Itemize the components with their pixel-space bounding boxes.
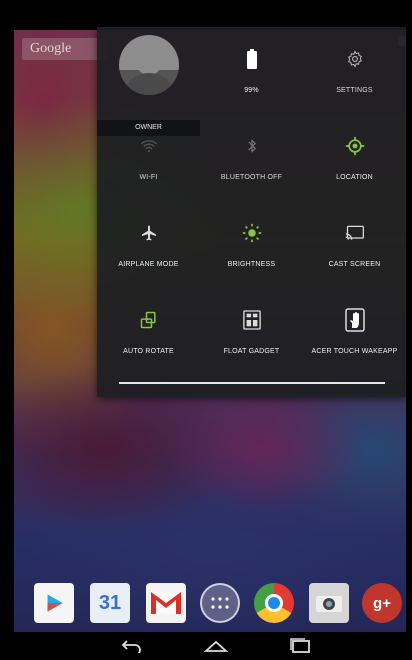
auto-rotate-tile[interactable]: AUTO ROTATE bbox=[97, 288, 200, 375]
app-drawer-icon[interactable] bbox=[200, 583, 240, 623]
touch-hand-icon bbox=[344, 308, 365, 332]
wifi-tile[interactable]: WI-FI bbox=[97, 114, 200, 201]
google-plus-icon[interactable]: g+ bbox=[362, 583, 402, 623]
settings-tile[interactable]: SETTINGS bbox=[303, 27, 406, 114]
acer-touch-tile[interactable]: ACER TOUCH WAKEAPP bbox=[303, 288, 406, 375]
brightness-label: BRIGHTNESS bbox=[227, 261, 276, 268]
auto-rotate-label: AUTO ROTATE bbox=[123, 348, 174, 355]
location-label: LOCATION bbox=[336, 174, 373, 181]
back-icon bbox=[121, 640, 141, 653]
back-button[interactable] bbox=[114, 636, 150, 656]
avatar-body bbox=[125, 73, 173, 95]
home-icon bbox=[204, 640, 228, 652]
chrome-core bbox=[268, 597, 280, 609]
navigation-bar bbox=[14, 632, 406, 660]
float-gadget-label: FLOAT GADGET bbox=[223, 348, 280, 355]
wifi-label: WI-FI bbox=[139, 174, 158, 181]
cast-icon bbox=[345, 221, 365, 245]
brightness-icon bbox=[242, 221, 262, 245]
home-button[interactable] bbox=[198, 636, 234, 656]
battery-tile[interactable]: 99% bbox=[200, 27, 303, 114]
owner-tile[interactable] bbox=[97, 27, 200, 114]
float-gadget-tile[interactable]: FLOAT GADGET bbox=[200, 288, 303, 375]
rotate-icon bbox=[139, 308, 159, 332]
calendar-day: 31 bbox=[98, 591, 122, 614]
play-store-icon[interactable] bbox=[34, 583, 74, 623]
google-plus-label: g+ bbox=[373, 594, 391, 612]
avatar bbox=[119, 35, 179, 95]
airplane-tile[interactable]: AIRPLANE MODE bbox=[97, 201, 200, 288]
chrome-icon[interactable] bbox=[254, 583, 294, 623]
bluetooth-tile[interactable]: BLUETOOTH OFF bbox=[200, 114, 303, 201]
bluetooth-label: BLUETOOTH OFF bbox=[220, 174, 283, 181]
quick-settings-grid: OWNER 99% SETTINGS WI-FI BLUETOOTH OFF L… bbox=[97, 27, 406, 377]
app-dock: 31 g+ bbox=[14, 575, 406, 631]
recents-button[interactable] bbox=[282, 636, 318, 656]
gear-icon bbox=[346, 47, 364, 71]
google-search-widget[interactable]: Google bbox=[22, 38, 108, 60]
airplane-label: AIRPLANE MODE bbox=[118, 261, 179, 268]
location-tile[interactable]: LOCATION bbox=[303, 114, 406, 201]
settings-label: SETTINGS bbox=[336, 87, 373, 94]
float-gadget-icon bbox=[242, 308, 261, 332]
calendar-icon[interactable]: 31 bbox=[90, 583, 130, 623]
camera-icon[interactable] bbox=[309, 583, 349, 623]
bluetooth-icon bbox=[247, 134, 257, 158]
wifi-icon bbox=[140, 134, 158, 158]
brightness-tile[interactable]: BRIGHTNESS bbox=[200, 201, 303, 288]
gmail-icon[interactable] bbox=[146, 583, 186, 623]
cast-label: CAST SCREEN bbox=[328, 261, 381, 268]
airplane-icon bbox=[140, 221, 158, 245]
acer-touch-label: ACER TOUCH WAKEAPP bbox=[311, 348, 398, 355]
location-icon bbox=[345, 134, 365, 158]
chrome-center bbox=[265, 594, 283, 612]
quick-settings-panel: OWNER 99% SETTINGS WI-FI BLUETOOTH OFF L… bbox=[97, 27, 406, 397]
battery-label: 99% bbox=[244, 87, 259, 94]
battery-icon bbox=[246, 47, 257, 71]
quick-settings-handle[interactable] bbox=[119, 382, 385, 384]
recents-icon bbox=[290, 638, 310, 653]
cast-tile[interactable]: CAST SCREEN bbox=[303, 201, 406, 288]
device-screen: Google OWNER 99% SETTINGS WI-FI BLUETOOT… bbox=[0, 0, 412, 660]
avatar-head bbox=[136, 49, 162, 75]
